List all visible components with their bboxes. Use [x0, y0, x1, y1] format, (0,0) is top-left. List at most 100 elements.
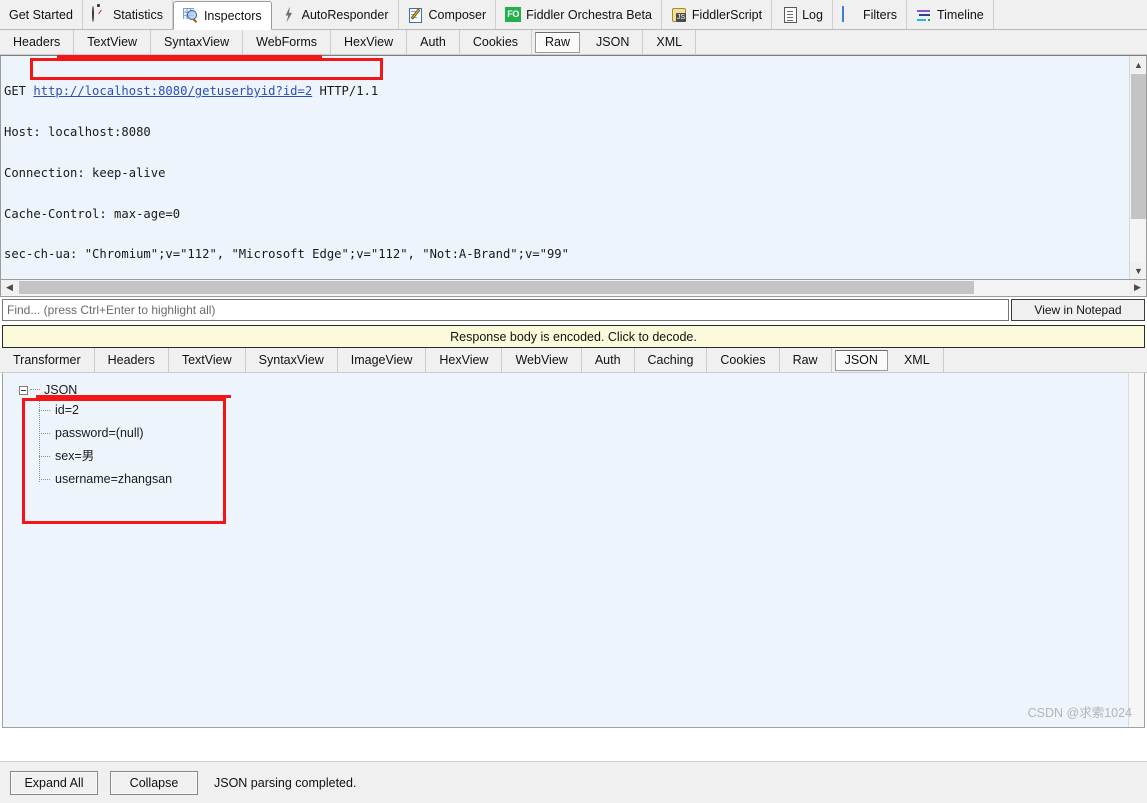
tab-label: Raw: [545, 34, 571, 49]
request-tab-cookies[interactable]: Cookies: [460, 29, 533, 55]
tab-label: HexView: [439, 352, 489, 367]
response-tab-cookies[interactable]: Cookies: [707, 347, 780, 373]
response-tab-transformer[interactable]: Transformer: [0, 347, 95, 373]
main-tab-label: Fiddler Orchestra Beta: [526, 7, 652, 22]
request-line: GET http://localhost:8080/getuserbyid?id…: [4, 84, 929, 99]
tab-label: Headers: [13, 34, 61, 49]
response-tab-headers[interactable]: Headers: [95, 347, 169, 373]
main-tab-label: Get Started: [9, 7, 73, 22]
main-tab-label: Inspectors: [203, 8, 262, 23]
response-tab-xml[interactable]: XML: [891, 347, 944, 373]
request-tab-raw[interactable]: Raw: [535, 31, 581, 53]
tab-label: XML: [903, 352, 930, 367]
request-tab-auth[interactable]: Auth: [407, 29, 460, 55]
response-tab-json[interactable]: JSON: [834, 349, 888, 371]
tab-label: Caching: [647, 352, 694, 367]
request-tab-hexview[interactable]: HexView: [331, 29, 408, 55]
response-tab-syntaxview[interactable]: SyntaxView: [246, 347, 338, 373]
filter-square-icon: [841, 5, 858, 23]
request-header-line: Cache-Control: max-age=0: [4, 206, 181, 221]
scroll-thumb[interactable]: [1131, 74, 1146, 219]
request-url-link[interactable]: http://localhost:8080/getuserbyid?id=2: [33, 84, 312, 98]
request-raw-text: GET http://localhost:8080/getuserbyid?id…: [4, 58, 929, 279]
main-tab-label: AutoResponder: [301, 7, 389, 22]
response-tab-auth[interactable]: Auth: [582, 347, 635, 373]
main-tab-composer[interactable]: Composer: [399, 0, 497, 29]
main-tab-fiddlerscript[interactable]: JS FiddlerScript: [662, 0, 773, 29]
main-tab-get-started[interactable]: Get Started: [0, 0, 83, 29]
scroll-left-arrow-icon[interactable]: ◀: [1, 280, 18, 295]
main-tab-timeline[interactable]: Timeline: [907, 0, 994, 29]
tab-label: Transformer: [13, 352, 81, 367]
find-input[interactable]: Find... (press Ctrl+Enter to highlight a…: [2, 299, 1009, 321]
request-method: GET: [4, 84, 27, 99]
hscroll-thumb[interactable]: [19, 281, 974, 294]
tab-label: SyntaxView: [164, 34, 230, 49]
response-tab-imageview[interactable]: ImageView: [338, 347, 427, 373]
annotation-underline-response-tabs: [36, 395, 231, 398]
request-vertical-scrollbar[interactable]: ▲ ▼: [1129, 56, 1146, 279]
request-tab-webforms[interactable]: WebForms: [243, 29, 332, 55]
main-tab-label: Log: [802, 7, 823, 22]
request-tab-syntaxview[interactable]: SyntaxView: [151, 29, 244, 55]
request-tab-headers[interactable]: Headers: [0, 29, 75, 55]
request-horizontal-scrollbar[interactable]: ◀ ▶: [0, 280, 1147, 297]
json-vertical-scrollbar[interactable]: [1128, 373, 1144, 727]
log-document-icon: [781, 7, 797, 23]
view-in-notepad-button[interactable]: View in Notepad: [1011, 299, 1145, 321]
main-tab-inspectors[interactable]: Inspectors: [172, 1, 272, 30]
request-header-line: sec-ch-ua: "Chromium";v="112", "Microsof…: [4, 247, 569, 262]
json-node-id[interactable]: id=2: [39, 399, 172, 422]
decode-response-banner[interactable]: Response body is encoded. Click to decod…: [2, 325, 1145, 348]
tab-label: TextView: [87, 34, 138, 49]
tab-label: JSON: [844, 352, 878, 367]
request-http-version: HTTP/1.1: [319, 84, 379, 99]
scroll-up-arrow-icon[interactable]: ▲: [1130, 56, 1146, 73]
tab-label: ImageView: [350, 352, 413, 367]
main-tab-label: Timeline: [936, 7, 984, 22]
json-toolbar: Expand All Collapse JSON parsing complet…: [0, 761, 1147, 803]
tab-label: Headers: [107, 352, 155, 367]
tab-label: Auth: [594, 352, 621, 367]
lightning-bolt-icon: [281, 7, 297, 23]
json-node-username[interactable]: username=zhangsan: [39, 468, 172, 491]
stopwatch-icon: [91, 5, 108, 23]
request-inspector-tab-strip: Headers TextView SyntaxView WebForms Hex…: [0, 29, 1147, 55]
tab-label: HexView: [344, 34, 394, 49]
annotation-underline-request-tabs: [57, 55, 322, 58]
collapse-button[interactable]: Collapse: [110, 770, 198, 795]
request-tab-xml[interactable]: XML: [643, 29, 697, 55]
response-tab-hexview[interactable]: HexView: [426, 347, 503, 373]
collapse-minus-icon[interactable]: [19, 385, 28, 395]
main-tab-fiddler-orchestra[interactable]: FO Fiddler Orchestra Beta: [496, 0, 662, 29]
request-tab-json[interactable]: JSON: [583, 29, 644, 55]
parse-status-text: JSON parsing completed.: [214, 775, 357, 790]
scroll-down-arrow-icon[interactable]: ▼: [1130, 262, 1146, 279]
main-tab-log[interactable]: Log: [772, 0, 833, 29]
script-scroll-icon: JS: [671, 7, 687, 23]
scroll-right-arrow-icon[interactable]: ▶: [1129, 280, 1146, 295]
tab-label: SyntaxView: [258, 352, 324, 367]
response-tab-strip-filler: [944, 348, 1147, 373]
main-tab-autoresponder[interactable]: AutoResponder: [272, 0, 399, 29]
main-tab-filters[interactable]: Filters: [833, 0, 907, 29]
tab-label: Raw: [792, 352, 818, 367]
request-tab-strip-filler: [696, 30, 1147, 55]
response-tab-webview[interactable]: WebView: [502, 347, 582, 373]
json-node-password[interactable]: password=(null): [39, 422, 172, 445]
json-tree-panel[interactable]: JSON id=2 password=(null) sex=男 username…: [2, 373, 1145, 728]
tab-label: Auth: [420, 34, 446, 49]
request-raw-panel[interactable]: GET http://localhost:8080/getuserbyid?id…: [0, 55, 1147, 280]
request-tab-textview[interactable]: TextView: [74, 29, 152, 55]
response-tab-caching[interactable]: Caching: [635, 347, 708, 373]
json-node-sex[interactable]: sex=男: [39, 445, 172, 468]
request-header-line: Host: localhost:8080: [4, 124, 151, 139]
tab-label: Cookies: [472, 34, 519, 49]
expand-all-button[interactable]: Expand All: [10, 770, 98, 795]
tab-label: Cookies: [720, 352, 766, 367]
response-tab-raw[interactable]: Raw: [780, 347, 832, 373]
main-tab-label: Composer: [428, 7, 487, 22]
tab-label: TextView: [181, 352, 232, 367]
response-tab-textview[interactable]: TextView: [169, 347, 246, 373]
main-tab-statistics[interactable]: Statistics: [83, 0, 173, 29]
